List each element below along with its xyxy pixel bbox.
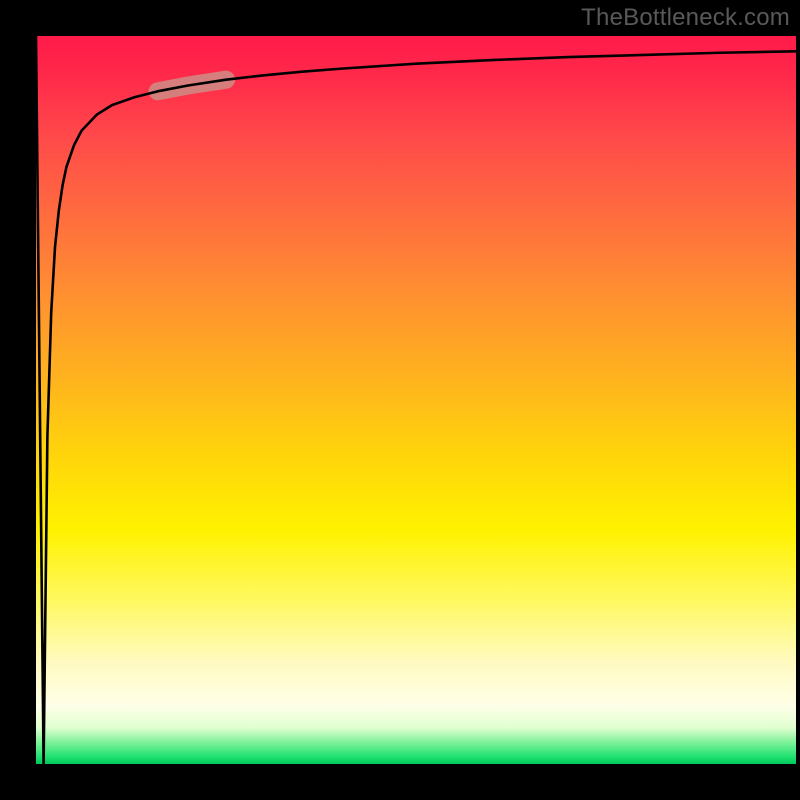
curve-layer (36, 36, 796, 764)
plot-area (36, 36, 796, 764)
attribution-label: TheBottleneck.com (581, 4, 790, 32)
main-curve (36, 36, 796, 764)
chart-frame: TheBottleneck.com (0, 0, 800, 800)
